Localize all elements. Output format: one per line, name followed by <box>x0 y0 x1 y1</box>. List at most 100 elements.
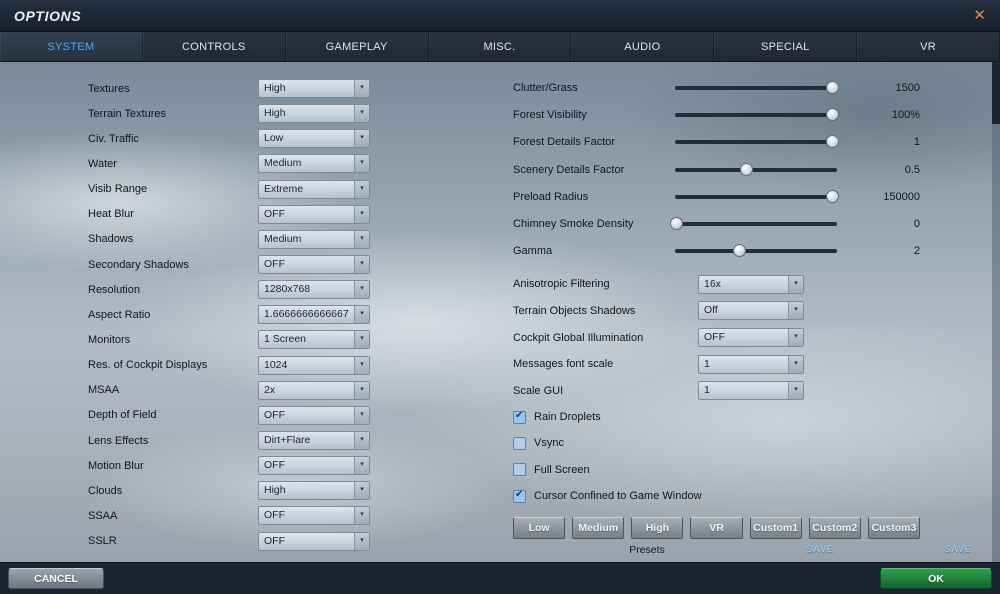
slider-handle[interactable] <box>825 189 839 203</box>
cancel-button[interactable]: CANCEL <box>8 568 104 589</box>
dropdown-terrain-objects-shadows[interactable]: Off ▾ <box>698 301 804 321</box>
dropdown-value: Extreme <box>264 182 304 195</box>
dropdown-value: 2x <box>264 383 276 396</box>
dropdown-value: 1.6666666666667 <box>264 308 349 321</box>
dropdown-visib-range[interactable]: Extreme ▾ <box>258 179 370 199</box>
ok-button[interactable]: OK <box>880 568 992 589</box>
slider-handle[interactable] <box>825 80 839 94</box>
checkbox-row: ✔ Full Screen <box>513 457 920 483</box>
presets-label: Presets <box>629 544 665 557</box>
checkbox-full-screen[interactable]: ✔ <box>513 463 526 477</box>
slider-label: Scenery Details Factor <box>513 163 625 176</box>
dropdown-resolution[interactable]: 1280x768 ▾ <box>258 280 370 300</box>
tab-controls[interactable]: CONTROLS <box>143 32 286 61</box>
option-row: Resolution 1280x768 ▾ <box>88 277 370 302</box>
slider-row: Gamma 2 <box>513 238 920 265</box>
chevron-down-icon: ▾ <box>354 80 369 98</box>
preset-custom1-button[interactable]: Custom1 <box>749 517 802 540</box>
option-row: Anisotropic Filtering 16x ▾ <box>513 271 920 298</box>
option-label: Terrain Textures <box>88 107 167 120</box>
dropdown-anisotropic-filtering[interactable]: 16x ▾ <box>698 274 804 294</box>
option-row: Heat Blur OFF ▾ <box>88 202 370 227</box>
tab-audio[interactable]: AUDIO <box>571 32 715 61</box>
checkbox-vsync[interactable]: ✔ <box>513 436 526 450</box>
tab-gameplay[interactable]: GAMEPLAY <box>286 32 429 61</box>
chevron-down-icon: ▾ <box>354 256 369 274</box>
dropdown-textures[interactable]: High ▾ <box>258 79 370 99</box>
slider-label: Gamma <box>513 245 553 258</box>
right-dropdowns: Anisotropic Filtering 16x ▾ Terrain Obje… <box>513 271 920 404</box>
slider-clutter-grass[interactable] <box>675 80 839 94</box>
dropdown-civ-traffic[interactable]: Low ▾ <box>258 129 370 149</box>
slider-preload-radius[interactable] <box>675 189 839 203</box>
option-row: Textures High ▾ <box>88 76 370 101</box>
preset-custom3-button[interactable]: Custom3 <box>867 517 920 540</box>
checkbox-label: Cursor Confined to Game Window <box>534 490 702 503</box>
option-row: Messages font scale 1 ▾ <box>513 351 920 378</box>
slider-gamma[interactable] <box>675 244 837 258</box>
checkbox-rain-droplets[interactable]: ✔ <box>513 410 526 424</box>
tab-system[interactable]: SYSTEM <box>0 32 143 61</box>
chevron-down-icon: ▾ <box>354 356 369 374</box>
dropdown-msaa[interactable]: 2x ▾ <box>258 380 370 400</box>
checkbox-row: ✔ Rain Droplets <box>513 404 920 430</box>
slider-label: Preload Radius <box>513 190 589 203</box>
chevron-down-icon: ▾ <box>354 155 369 173</box>
chevron-down-icon: ▾ <box>354 205 369 223</box>
close-icon[interactable]: ✕ <box>973 8 986 23</box>
dropdown-secondary-shadows[interactable]: OFF ▾ <box>258 255 370 275</box>
dropdown-sslr[interactable]: OFF ▾ <box>258 531 370 551</box>
chevron-down-icon: ▾ <box>354 281 369 299</box>
dropdown-depth-of-field[interactable]: OFF ▾ <box>258 405 370 425</box>
slider-row: Scenery Details Factor 0.5 <box>513 156 920 183</box>
slider-handle[interactable] <box>733 244 747 258</box>
preset-vr-button[interactable]: VR <box>690 517 743 540</box>
dropdown-cockpit-global-illumination[interactable]: OFF ▾ <box>698 328 804 348</box>
tab-misc[interactable]: MISC. <box>429 32 572 61</box>
slider-row: Clutter/Grass 1500 <box>513 74 920 101</box>
option-label: SSLR <box>88 535 117 548</box>
dropdown-clouds[interactable]: High ▾ <box>258 481 370 501</box>
dropdown-terrain-textures[interactable]: High ▾ <box>258 104 370 124</box>
preset-custom2-button[interactable]: Custom2 <box>808 517 861 540</box>
dropdown-res-cockpit-displays[interactable]: 1024 ▾ <box>258 355 370 375</box>
slider-forest-visibility[interactable] <box>675 107 839 121</box>
checkbox-label: Full Screen <box>534 463 590 476</box>
dropdown-heat-blur[interactable]: OFF ▾ <box>258 204 370 224</box>
slider-handle[interactable] <box>670 217 684 231</box>
dropdown-water[interactable]: Medium ▾ <box>258 154 370 174</box>
dropdown-value: OFF <box>264 534 285 547</box>
dropdown-monitors[interactable]: 1 Screen ▾ <box>258 330 370 350</box>
preset-low-button[interactable]: Low <box>513 517 566 540</box>
slider-value: 0.5 <box>904 163 920 176</box>
dropdown-value: 16x <box>704 277 721 290</box>
slider-chimney-smoke-density[interactable] <box>670 217 837 231</box>
checkbox-row: ✔ Cursor Confined to Game Window <box>513 483 920 509</box>
dropdown-motion-blur[interactable]: OFF ▾ <box>258 456 370 476</box>
dropdown-value: 1024 <box>264 358 288 371</box>
tab-vr[interactable]: VR <box>857 32 1000 61</box>
preset-medium-button[interactable]: Medium <box>572 517 625 540</box>
tab-special[interactable]: SPECIAL <box>714 32 858 61</box>
slider-handle[interactable] <box>825 107 839 121</box>
scrollbar[interactable] <box>992 62 1000 562</box>
save-custom3-link[interactable]: SAVE <box>944 544 972 555</box>
option-row: Cockpit Global Illumination OFF ▾ <box>513 324 920 351</box>
slider-handle[interactable] <box>825 135 839 149</box>
dropdown-aspect-ratio[interactable]: 1.6666666666667 ▾ <box>258 305 370 325</box>
dropdown-lens-effects[interactable]: Dirt+Flare ▾ <box>258 431 370 451</box>
slider-handle[interactable] <box>739 162 753 176</box>
dropdown-messages-font-scale[interactable]: 1 ▾ <box>698 354 804 374</box>
slider-scenery-details-factor[interactable] <box>675 162 837 176</box>
checkbox-cursor-confined[interactable]: ✔ <box>513 489 526 503</box>
dropdown-value: OFF <box>264 509 285 522</box>
dropdown-ssaa[interactable]: OFF ▾ <box>258 506 370 526</box>
dropdown-shadows[interactable]: Medium ▾ <box>258 229 370 249</box>
slider-label: Clutter/Grass <box>513 81 578 94</box>
preset-high-button[interactable]: High <box>631 517 684 540</box>
scrollbar-thumb[interactable] <box>992 62 1000 124</box>
save-custom1-link[interactable]: SAVE <box>806 544 834 555</box>
dropdown-value: 1 <box>704 357 710 370</box>
slider-forest-details-factor[interactable] <box>675 135 839 149</box>
dropdown-scale-gui[interactable]: 1 ▾ <box>698 381 804 401</box>
